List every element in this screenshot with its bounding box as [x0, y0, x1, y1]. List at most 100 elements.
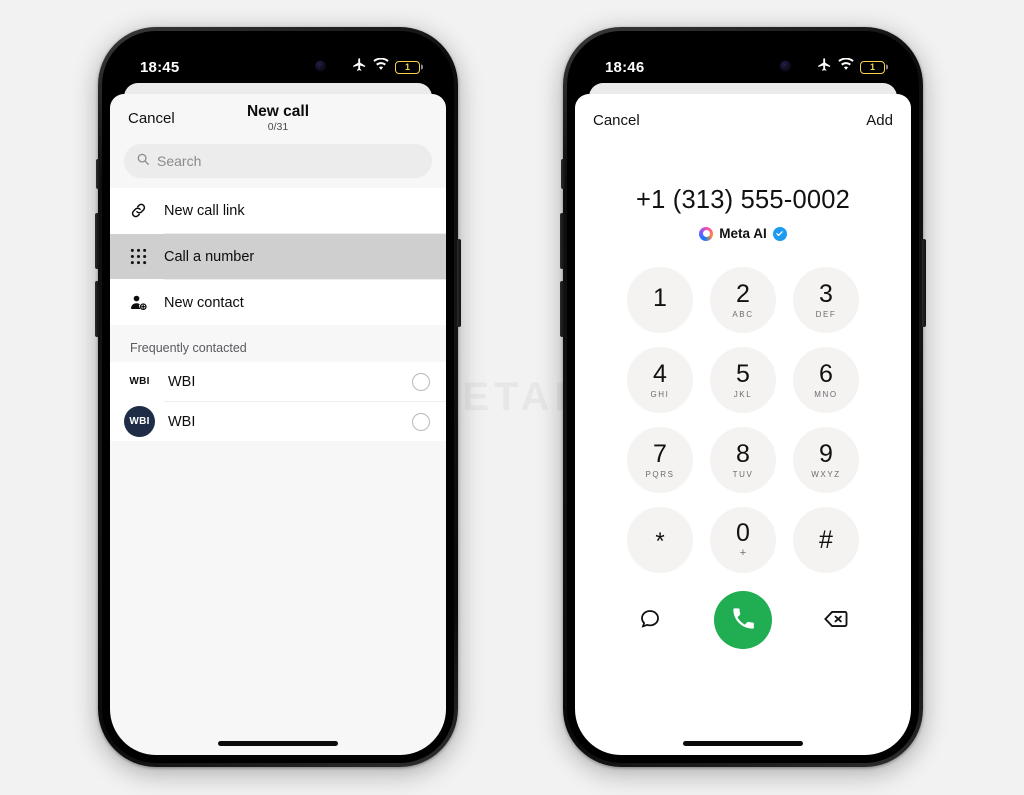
- key-letters: JKL: [733, 389, 753, 399]
- key-4[interactable]: 4 GHI: [627, 347, 693, 413]
- contact-select-radio[interactable]: [412, 372, 430, 391]
- volume-up-button[interactable]: [95, 213, 99, 269]
- sheet-navbar: Cancel Add: [575, 94, 911, 146]
- contact-name: WBI: [168, 373, 196, 390]
- phone-left: 18:45 1 Cancel New call 0/31 Search New …: [95, 27, 461, 767]
- key-letters: WXYZ: [811, 469, 841, 479]
- row-new-call-link[interactable]: New call link: [110, 188, 446, 233]
- person-add-icon: [126, 293, 150, 312]
- status-time: 18:45: [140, 58, 180, 76]
- key-6[interactable]: 6 MNO: [793, 347, 859, 413]
- key-3[interactable]: 3 DEF: [793, 267, 859, 333]
- key-digit: *: [655, 528, 665, 555]
- row-call-a-number[interactable]: Call a number: [110, 234, 446, 279]
- key-letters: GHI: [650, 389, 670, 399]
- battery-icon: 1: [860, 60, 885, 74]
- key-8[interactable]: 8 TUV: [710, 427, 776, 493]
- wifi-icon: [373, 57, 389, 76]
- dialpad-icon: [126, 248, 150, 265]
- airplane-icon: [352, 57, 367, 77]
- front-camera-icon: [780, 60, 791, 71]
- key-digit: 7: [653, 439, 667, 468]
- dialer-actions: [627, 591, 859, 649]
- message-icon: [638, 607, 662, 634]
- row-label: New contact: [164, 294, 244, 311]
- backspace-icon: [823, 606, 849, 635]
- quick-actions-card: New call link Call a number New contact: [110, 188, 446, 325]
- key-digit: 2: [736, 279, 750, 308]
- call-button[interactable]: [714, 591, 772, 649]
- battery-icon: 1: [395, 60, 420, 74]
- row-label: Call a number: [164, 248, 255, 265]
- key-letters: PQRS: [645, 469, 675, 479]
- key-1[interactable]: 1: [627, 267, 693, 333]
- key-0[interactable]: 0 +: [710, 507, 776, 573]
- contact-row[interactable]: WBI WBI: [110, 402, 446, 441]
- message-button[interactable]: [627, 597, 673, 643]
- key-star[interactable]: *: [627, 507, 693, 573]
- dialer: +1 (313) 555-0002 Meta AI 1 2 ABC 3 DEF …: [575, 146, 911, 755]
- phone-screen-left: 18:45 1 Cancel New call 0/31 Search New …: [110, 39, 446, 755]
- search-input[interactable]: Search: [124, 144, 432, 178]
- row-label: New call link: [164, 202, 245, 219]
- contact-select-radio[interactable]: [412, 412, 430, 431]
- home-indicator[interactable]: [218, 741, 338, 746]
- wifi-icon: [838, 57, 854, 76]
- meta-ai-name: Meta AI: [719, 226, 767, 241]
- sheet-stack-right: Cancel Add +1 (313) 555-0002 Meta AI 1 2…: [575, 83, 911, 755]
- cancel-button[interactable]: Cancel: [128, 110, 175, 127]
- key-2[interactable]: 2 ABC: [710, 267, 776, 333]
- cancel-button[interactable]: Cancel: [593, 112, 640, 129]
- key-digit: 6: [819, 359, 833, 388]
- status-time: 18:46: [605, 58, 645, 76]
- dialer-sheet: Cancel Add +1 (313) 555-0002 Meta AI 1 2…: [575, 94, 911, 755]
- backspace-button[interactable]: [813, 597, 859, 643]
- key-digit: 9: [819, 439, 833, 468]
- key-5[interactable]: 5 JKL: [710, 347, 776, 413]
- key-letters: DEF: [815, 309, 837, 319]
- contact-row[interactable]: WBI WBI: [110, 362, 446, 401]
- screenshot-stage: WABETAINFO 18:45: [0, 0, 1024, 795]
- key-digit: 5: [736, 359, 750, 388]
- add-button[interactable]: Add: [866, 112, 893, 129]
- avatar: WBI: [124, 366, 155, 397]
- power-button[interactable]: [922, 239, 926, 327]
- meta-ai-icon: [699, 226, 714, 241]
- front-camera-icon: [315, 60, 326, 71]
- meta-ai-label: Meta AI: [699, 226, 787, 241]
- link-icon: [126, 201, 150, 220]
- key-letters: TUV: [732, 469, 754, 479]
- contact-name: WBI: [168, 413, 196, 430]
- volume-up-button[interactable]: [560, 213, 564, 269]
- key-digit: 8: [736, 439, 750, 468]
- verified-badge-icon: [772, 226, 787, 241]
- mute-switch-button[interactable]: [561, 159, 565, 189]
- volume-down-button[interactable]: [95, 281, 99, 337]
- mute-switch-button[interactable]: [96, 159, 100, 189]
- battery-level: 1: [404, 61, 410, 72]
- dialpad: 1 2 ABC 3 DEF 4 GHI 5 JKL 6 MNO 7 PQRS 8…: [627, 267, 859, 573]
- key-digit: 4: [653, 359, 667, 388]
- section-title-frequently-contacted: Frequently contacted: [130, 341, 247, 355]
- call-icon: [730, 605, 757, 635]
- home-indicator[interactable]: [683, 741, 803, 746]
- key-letters: ABC: [732, 309, 754, 319]
- battery-level: 1: [869, 61, 875, 72]
- key-digit: 0: [736, 519, 750, 547]
- sheet-stack-left: Cancel New call 0/31 Search New call lin…: [110, 83, 446, 755]
- phone-number-display[interactable]: +1 (313) 555-0002: [636, 186, 850, 215]
- key-hash[interactable]: #: [793, 507, 859, 573]
- power-button[interactable]: [457, 239, 461, 327]
- sheet-navbar: Cancel New call 0/31: [110, 94, 446, 142]
- key-7[interactable]: 7 PQRS: [627, 427, 693, 493]
- volume-down-button[interactable]: [560, 281, 564, 337]
- airplane-icon: [817, 57, 832, 77]
- dynamic-island: [219, 50, 337, 81]
- search-section: Search: [110, 142, 446, 188]
- row-new-contact[interactable]: New contact: [110, 280, 446, 325]
- key-9[interactable]: 9 WXYZ: [793, 427, 859, 493]
- avatar: WBI: [124, 406, 155, 437]
- search-placeholder: Search: [157, 153, 202, 169]
- key-digit: 3: [819, 279, 833, 308]
- contacts-card: WBI WBI WBI WBI: [110, 362, 446, 441]
